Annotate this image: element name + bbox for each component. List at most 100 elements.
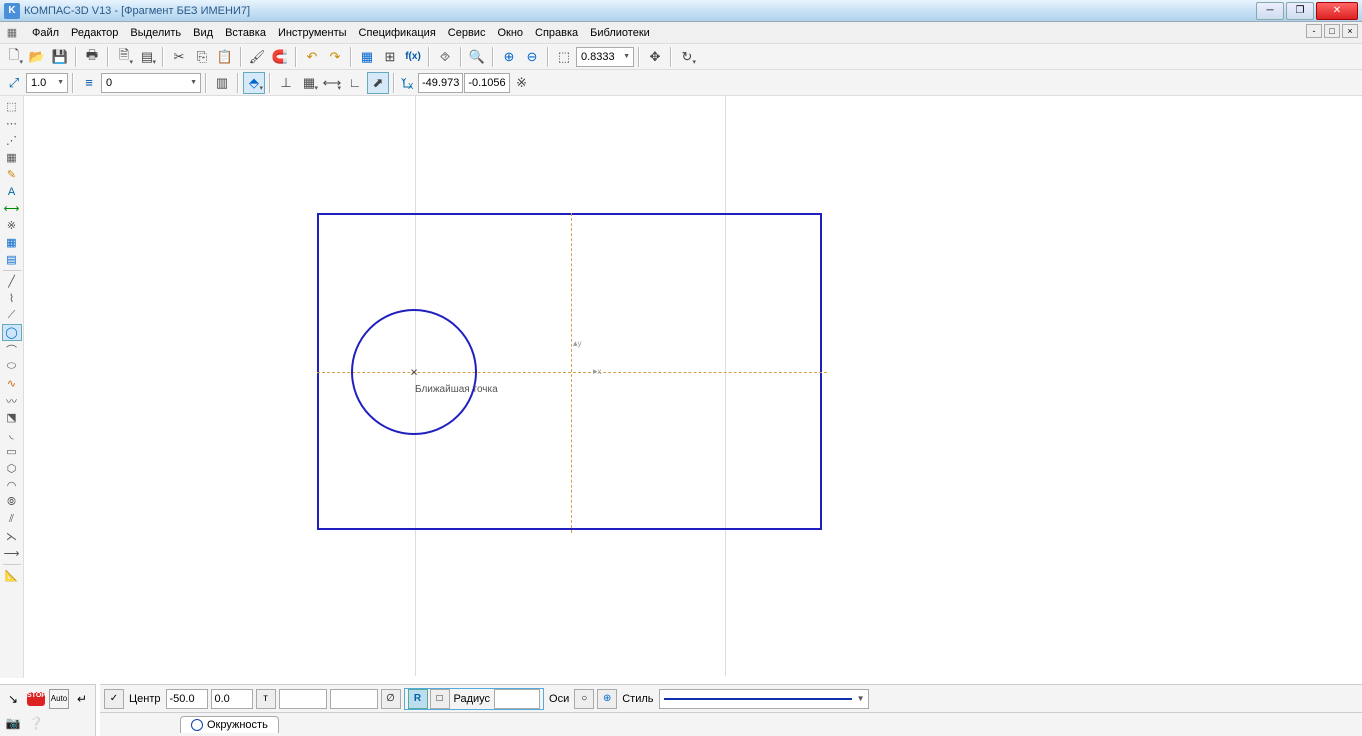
table2-tool[interactable]: ▤: [2, 251, 22, 268]
menu-view[interactable]: Вид: [187, 25, 219, 41]
aux-line-tool[interactable]: ⋰: [2, 132, 22, 149]
save-button[interactable]: 💾: [49, 46, 71, 68]
close-button[interactable]: ✕: [1316, 2, 1358, 20]
center-y-input[interactable]: 0.0: [211, 689, 253, 709]
line-style-combo[interactable]: [659, 689, 869, 709]
center-lock-button[interactable]: ✓: [104, 689, 124, 709]
hatch-tool[interactable]: ▦: [2, 149, 22, 166]
fx-button[interactable]: f(x): [402, 46, 424, 68]
point-tool[interactable]: ⋯: [2, 115, 22, 132]
perpendicular-button[interactable]: ⊥: [275, 72, 297, 94]
snap-button[interactable]: 🧲: [269, 46, 291, 68]
snap-toggle[interactable]: ⬘: [243, 72, 265, 94]
coord-y-input[interactable]: -0.1056: [464, 73, 509, 93]
stop-button[interactable]: STOP: [26, 689, 46, 709]
diameter-toggle[interactable]: ∅: [381, 689, 401, 709]
restore-button[interactable]: ❐: [1286, 2, 1314, 20]
radius-input[interactable]: [494, 689, 540, 709]
arc-tool[interactable]: ⌒: [2, 341, 22, 358]
zoom-window-button[interactable]: ⬚: [553, 46, 575, 68]
preview-button[interactable]: 🗎: [113, 46, 135, 68]
drawing-canvas[interactable]: × Ближайшая точка ▴y ▸x: [25, 96, 1362, 676]
center-x-input[interactable]: -50.0: [166, 689, 208, 709]
coord-snap-button[interactable]: ※: [511, 72, 533, 94]
layer-combo[interactable]: 0: [101, 73, 201, 93]
bezier-tool[interactable]: 〰: [2, 392, 22, 409]
point-x-input[interactable]: [279, 689, 327, 709]
scale-icon[interactable]: ⤢: [3, 72, 25, 94]
menu-service[interactable]: Сервис: [442, 25, 492, 41]
point-y-input[interactable]: [330, 689, 378, 709]
zoom-out-button[interactable]: ⊖: [521, 46, 543, 68]
radius-mode-button[interactable]: R: [408, 689, 428, 709]
menu-spec[interactable]: Спецификация: [353, 25, 442, 41]
help-context-button[interactable]: ⯑: [434, 46, 456, 68]
symbol-tool[interactable]: ※: [2, 217, 22, 234]
trim-tool[interactable]: ⋋: [2, 528, 22, 545]
select-tool[interactable]: ⬚: [2, 98, 22, 115]
menu-editor[interactable]: Редактор: [65, 25, 124, 41]
cut-button[interactable]: ✂: [168, 46, 190, 68]
polygon-tool[interactable]: ⬡: [2, 460, 22, 477]
menu-window[interactable]: Окно: [491, 25, 529, 41]
mdi-restore[interactable]: □: [1324, 24, 1340, 38]
spline-tool[interactable]: ∿: [2, 375, 22, 392]
redo-button[interactable]: ↷: [324, 46, 346, 68]
help-button[interactable]: ❔: [26, 713, 46, 733]
menu-select[interactable]: Выделить: [124, 25, 187, 41]
redraw-button[interactable]: ↻: [676, 46, 698, 68]
ellipse-tool[interactable]: ⬭: [2, 358, 22, 375]
zoom-in-button[interactable]: ⊕: [498, 46, 520, 68]
print-button[interactable]: 🖶: [81, 46, 103, 68]
point-on-button[interactable]: т: [256, 689, 276, 709]
copy-button[interactable]: ⎘: [191, 46, 213, 68]
dim-tool[interactable]: ⟷: [2, 200, 22, 217]
offset-tool[interactable]: ⫽: [2, 511, 22, 528]
minimize-button[interactable]: ─: [1256, 2, 1284, 20]
auto-button[interactable]: Auto: [49, 689, 69, 709]
camera-button[interactable]: 📷: [3, 713, 23, 733]
fillet-tool[interactable]: ◟: [2, 426, 22, 443]
equidistant-tool[interactable]: ⦾: [2, 494, 22, 511]
axes-off-button[interactable]: ○: [574, 689, 594, 709]
round-button[interactable]: ⬈: [367, 72, 389, 94]
chamfer-tool[interactable]: ⬔: [2, 409, 22, 426]
zoom-combo[interactable]: 0.8333: [576, 47, 634, 67]
open-button[interactable]: 📂: [26, 46, 48, 68]
arrow-button[interactable]: ↘: [3, 689, 23, 709]
rect-tool[interactable]: ▭: [2, 443, 22, 460]
polyline-tool[interactable]: ⌇: [2, 290, 22, 307]
circle-tab[interactable]: Окружность: [180, 716, 279, 733]
coord-x-input[interactable]: -49.973: [418, 73, 463, 93]
properties-button[interactable]: ▤: [136, 46, 158, 68]
zoom-fit-button[interactable]: 🔍: [466, 46, 488, 68]
create-button[interactable]: ↵: [72, 689, 92, 709]
scale-combo[interactable]: 1.0: [26, 73, 68, 93]
measure-tool[interactable]: 📐: [2, 567, 22, 584]
mdi-close[interactable]: ×: [1342, 24, 1358, 38]
mdi-minimize[interactable]: -: [1306, 24, 1322, 38]
paste-button[interactable]: 📋: [214, 46, 236, 68]
ortho-button[interactable]: ∟: [344, 72, 366, 94]
line-tool[interactable]: ╱: [2, 273, 22, 290]
edit-tool[interactable]: ✎: [2, 166, 22, 183]
axes-on-button[interactable]: ⊕: [597, 689, 617, 709]
grid-button[interactable]: ▦: [298, 72, 320, 94]
menu-help[interactable]: Справка: [529, 25, 584, 41]
layer-icon[interactable]: ≡: [78, 72, 100, 94]
layer-states-button[interactable]: ▥: [211, 72, 233, 94]
dimension-button[interactable]: ⟷: [321, 72, 343, 94]
new-button[interactable]: 🗋: [3, 46, 25, 68]
menu-tools[interactable]: Инструменты: [272, 25, 353, 41]
radius-lock-button[interactable]: □: [430, 689, 450, 709]
text-tool[interactable]: A: [2, 183, 22, 200]
variables-button[interactable]: ⊞: [379, 46, 401, 68]
pan-button[interactable]: ✥: [644, 46, 666, 68]
format-painter-button[interactable]: 🖌: [246, 46, 268, 68]
segment-tool[interactable]: ⟋: [2, 307, 22, 324]
undo-button[interactable]: ↶: [301, 46, 323, 68]
menu-file[interactable]: Файл: [26, 25, 65, 41]
menu-insert[interactable]: Вставка: [219, 25, 272, 41]
circle-tool[interactable]: ◯: [2, 324, 22, 341]
menu-libraries[interactable]: Библиотеки: [584, 25, 656, 41]
